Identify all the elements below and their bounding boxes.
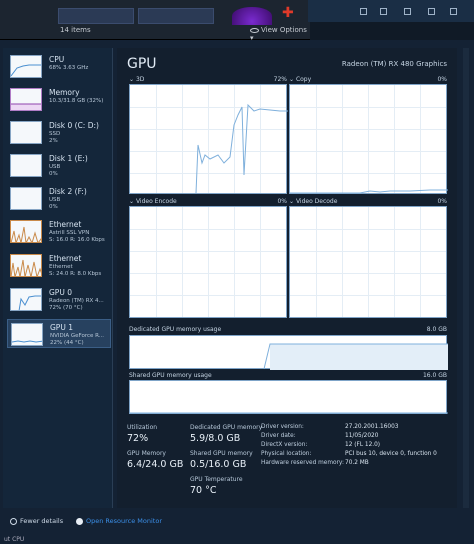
scrollbar[interactable] xyxy=(463,48,469,508)
sidebar-item-label: Ethernet xyxy=(49,254,82,263)
ethernet-mini-graph xyxy=(10,220,42,243)
detail-key: Hardware reserved memory: xyxy=(261,460,344,466)
gpu-model-name: Radeon (TM) RX 480 Graphics xyxy=(341,60,447,68)
maximize-icon[interactable] xyxy=(428,8,435,15)
graph-dedicated-memory[interactable] xyxy=(129,335,448,370)
graph-label-copy: ⌄ Copy xyxy=(289,76,312,83)
sidebar-item-disk0[interactable]: Disk 0 (C: D:) SSD 2% xyxy=(7,118,111,147)
chevron-up-icon xyxy=(10,517,17,525)
sidebar-item-memory[interactable]: Memory 10.3/31.8 GB (32%) xyxy=(7,85,111,114)
dedicated-memory-stat-value: 5.9/8.0 GB xyxy=(190,433,241,444)
resource-sidebar: CPU 68% 3.63 GHz Memory 10.3/31.8 GB (32… xyxy=(3,48,113,508)
utilization-label: Utilization xyxy=(127,424,158,431)
detail-value: PCI bus 10, device 0, function 0 xyxy=(345,451,437,457)
graph-video-encode[interactable] xyxy=(129,206,287,318)
gpu-detail-pane: GPU Radeon (TM) RX 480 Graphics ⌄ 3D 72%… xyxy=(117,48,457,508)
sidebar-item-gpu0[interactable]: GPU 0 Radeon (TM) RX 4... 72% (70 °C) xyxy=(7,285,111,314)
ethernet-mini-graph xyxy=(10,254,42,277)
footer: Fewer details Open Resource Monitor xyxy=(0,512,474,532)
open-resource-monitor-link[interactable]: Open Resource Monitor xyxy=(76,517,162,525)
dedicated-memory-label: Dedicated GPU memory usage xyxy=(129,326,222,333)
close-icon[interactable] xyxy=(450,8,457,15)
minimize-icon[interactable] xyxy=(404,8,411,15)
gpu1-mini-graph xyxy=(11,323,43,346)
sidebar-item-label: CPU xyxy=(49,55,65,64)
sidebar-item-disk2[interactable]: Disk 2 (F:) USB 0% xyxy=(7,184,111,213)
shared-memory-stat-label: Shared GPU memory xyxy=(190,450,253,457)
memory-mini-graph xyxy=(10,88,42,111)
gpu-memory-value: 6.4/24.0 GB xyxy=(127,459,184,470)
graph-label-video-encode: ⌄ Video Encode xyxy=(129,198,177,205)
sidebar-item-label: Memory xyxy=(49,88,80,97)
utilization-value: 72% xyxy=(127,433,149,444)
disk1-mini-graph xyxy=(10,154,42,177)
sidebar-item-label: Disk 0 (C: D:) xyxy=(49,121,99,130)
detail-value: 27.20.2001.16003 xyxy=(345,424,399,430)
sidebar-item-label: GPU 1 xyxy=(50,323,73,332)
title-bar xyxy=(308,0,474,22)
gpu-memory-label: GPU Memory xyxy=(127,450,166,457)
resource-monitor-icon xyxy=(76,517,83,525)
shared-memory-label: Shared GPU memory usage xyxy=(129,372,212,379)
graph-copy[interactable] xyxy=(289,84,448,194)
graph-pct-3d: 72% xyxy=(273,76,287,83)
gpu0-mini-graph xyxy=(10,288,42,311)
disk0-mini-graph xyxy=(10,121,42,144)
graph-label-video-decode: ⌄ Video Decode xyxy=(289,198,338,205)
toolbar-icon[interactable] xyxy=(360,8,367,15)
sidebar-item-label: Ethernet xyxy=(49,220,82,229)
sidebar-item-gpu1[interactable]: GPU 1 NVIDIA GeForce R... 22% (44 °C) xyxy=(7,319,111,348)
graph-pct-copy: 0% xyxy=(437,76,447,83)
detail-key: Driver date: xyxy=(261,433,296,439)
sidebar-item-detail: Radeon (TM) RX 4... 72% (70 °C) xyxy=(49,298,104,311)
sidebar-item-ethernet[interactable]: Ethernet Ethernet S: 24.0 R: 8.0 Kbps xyxy=(7,251,111,280)
graph-shared-memory[interactable] xyxy=(129,380,448,414)
task-manager-window: CPU 68% 3.63 GHz Memory 10.3/31.8 GB (32… xyxy=(0,0,474,544)
detail-value: 70.2 MB xyxy=(345,460,369,466)
sidebar-item-detail: NVIDIA GeForce R... 22% (44 °C) xyxy=(50,333,105,346)
sidebar-item-cpu[interactable]: CPU 68% 3.63 GHz xyxy=(7,52,111,81)
fewer-details-button[interactable]: Fewer details xyxy=(10,517,63,525)
graph-video-decode[interactable] xyxy=(289,206,447,318)
sidebar-item-disk1[interactable]: Disk 1 (E:) USB 0% xyxy=(7,151,111,180)
sidebar-item-detail: USB 0% xyxy=(49,164,61,177)
sidebar-item-detail: Ethernet S: 24.0 R: 8.0 Kbps xyxy=(49,264,102,277)
sidebar-item-detail: 68% 3.63 GHz xyxy=(49,65,89,71)
sidebar-item-label: Disk 1 (E:) xyxy=(49,154,88,163)
dedicated-memory-max: 8.0 GB xyxy=(426,326,447,333)
detail-key: Driver version: xyxy=(261,424,304,430)
detail-value: 12 (FL 12.0) xyxy=(345,442,381,448)
gpu-temperature-value: 70 °C xyxy=(190,485,217,496)
cpu-mini-graph xyxy=(10,55,42,78)
page-title: GPU xyxy=(127,56,157,72)
gpu-temperature-label: GPU Temperature xyxy=(190,476,243,483)
graph-pct-video-encode: 0% xyxy=(277,198,287,205)
shared-memory-stat-value: 0.5/16.0 GB xyxy=(190,459,247,470)
shared-memory-max: 16.0 GB xyxy=(422,372,447,379)
disk2-mini-graph xyxy=(10,187,42,210)
bottom-text: ut CPU xyxy=(4,536,25,543)
sidebar-item-label: Disk 2 (F:) xyxy=(49,187,87,196)
toolbar-icon[interactable] xyxy=(380,8,387,15)
sidebar-item-detail: USB 0% xyxy=(49,197,61,210)
detail-key: DirectX version: xyxy=(261,442,308,448)
graph-label-3d: ⌄ 3D xyxy=(129,76,145,83)
detail-value: 11/05/2020 xyxy=(345,433,379,439)
detail-key: Physical location: xyxy=(261,451,312,457)
sidebar-item-detail: Astrill SSL VPN S: 16.0 R: 16.0 Kbps xyxy=(49,230,105,243)
dedicated-memory-stat-label: Dedicated GPU memory xyxy=(190,424,263,431)
graph-pct-video-decode: 0% xyxy=(437,198,447,205)
sidebar-item-ethernet-vpn[interactable]: Ethernet Astrill SSL VPN S: 16.0 R: 16.0 … xyxy=(7,217,111,246)
sidebar-item-label: GPU 0 xyxy=(49,288,72,297)
graph-3d[interactable] xyxy=(129,84,288,194)
sidebar-item-detail: SSD 2% xyxy=(49,131,61,144)
sidebar-item-detail: 10.3/31.8 GB (32%) xyxy=(49,98,104,104)
